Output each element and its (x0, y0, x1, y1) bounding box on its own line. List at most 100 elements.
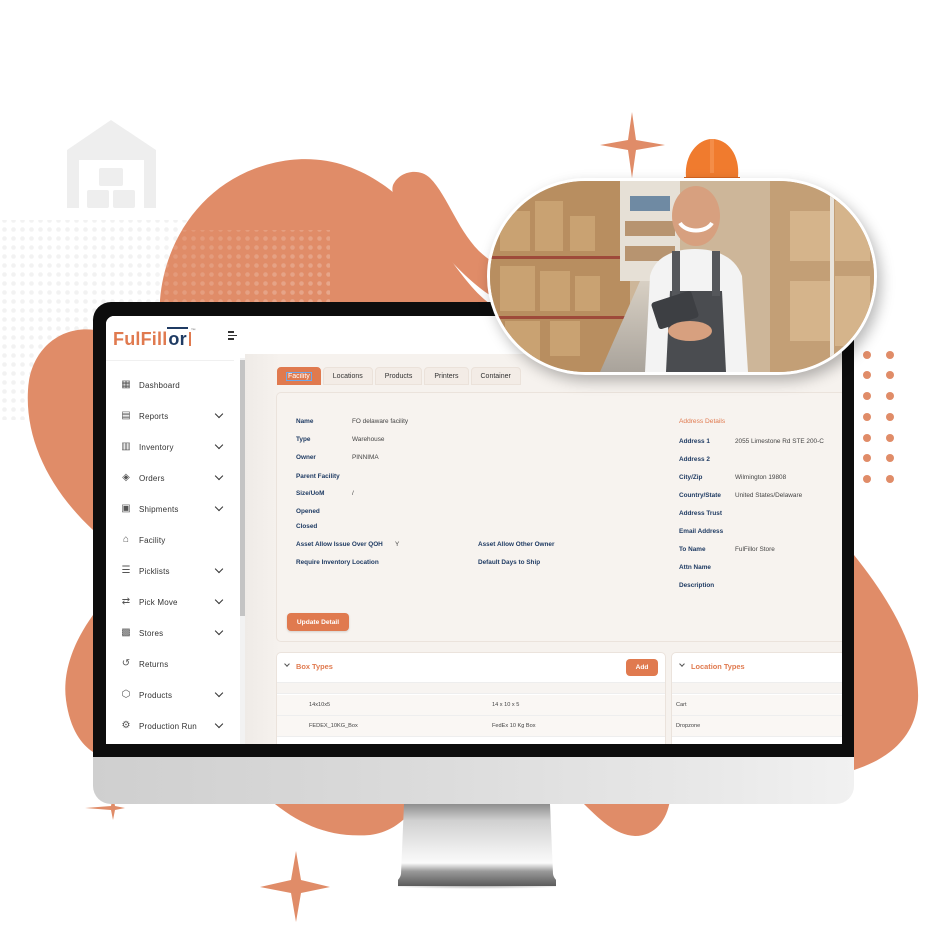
field-label: Size/UoM (296, 490, 325, 497)
sidebar-item-returns[interactable]: ↺ Returns (106, 652, 234, 676)
chevron-down-icon[interactable] (214, 626, 224, 636)
field-label: Type (296, 436, 311, 443)
orders-icon: ◈ (122, 472, 130, 483)
logo-bar (188, 332, 191, 346)
chevron-down-icon[interactable] (679, 661, 685, 667)
sidebar-item-label: Returns (139, 659, 169, 669)
chevron-down-icon[interactable] (214, 409, 224, 419)
sidebar-item-label: Orders (139, 473, 165, 483)
field-label: Attn Name (679, 564, 711, 571)
address-details-title: Address Details (679, 418, 726, 425)
sidebar-item-label: Stores (139, 628, 164, 638)
sparkle-icon (260, 851, 330, 922)
menu-collapse-icon[interactable] (228, 331, 238, 341)
photo-illustration (490, 181, 874, 372)
sidebar-item-label: Products (139, 690, 173, 700)
sidebar-item-picklists[interactable]: ☰ Picklists (106, 559, 234, 583)
tab-locations[interactable]: Locations (322, 367, 373, 385)
table-header (672, 683, 842, 694)
box-types-panel: Box Types Add 14x10x5 14 x 10 x 5 FEDEX_… (276, 652, 666, 744)
field-label: Name (296, 418, 314, 425)
production-run-icon: ⚙ (121, 720, 131, 731)
hard-hat-icon (684, 139, 740, 181)
field-value: FulFillor Store (735, 546, 775, 553)
field-value: United States/Delaware (735, 492, 803, 499)
sparkle-icon (600, 112, 665, 178)
chevron-down-icon[interactable] (214, 502, 224, 512)
field-label: Description (679, 582, 715, 589)
tab-label: Facility (286, 371, 312, 381)
add-box-type-button[interactable]: Add (626, 659, 658, 676)
field-label: Opened (296, 508, 320, 515)
dot-grid (863, 351, 894, 483)
tab-container[interactable]: Container (470, 367, 521, 385)
sidebar-item-products[interactable]: ⬡ Products (106, 683, 234, 707)
chevron-down-icon[interactable] (214, 564, 224, 574)
field-value: PINNIMA (352, 454, 379, 461)
table-row[interactable]: Cart (672, 695, 842, 716)
tab-products[interactable]: Products (374, 367, 423, 385)
panel-title: Box Types (296, 662, 333, 671)
orange-blob-right (854, 555, 919, 770)
field-label: Asset Allow Issue Over QOH (296, 541, 383, 548)
chevron-down-icon[interactable] (214, 719, 224, 729)
tab-facility[interactable]: Facility (277, 367, 321, 385)
sidebar-item-inventory[interactable]: ▥ Inventory (106, 435, 234, 459)
field-value: Y (395, 541, 400, 548)
sidebar-item-stores[interactable]: ▩ Stores (106, 621, 234, 645)
sidebar-item-label: Reports (139, 411, 169, 421)
sidebar-item-production-run[interactable]: ⚙ Production Run (106, 714, 234, 738)
warehouse-worker-photo (487, 178, 877, 375)
sidebar-item-label: Shipments (139, 504, 179, 514)
monitor-stand (398, 804, 556, 889)
stores-icon: ▩ (121, 627, 131, 638)
sidebar-item-facility[interactable]: ⌂ Facility (106, 528, 234, 552)
sidebar-item-pick-move[interactable]: ⇄ Pick Move (106, 590, 234, 614)
table-row[interactable]: FEDEX_10KG_Box FedEx 10 Kg Box (277, 716, 665, 737)
facility-icon: ⌂ (122, 534, 130, 545)
sidebar-item-dashboard[interactable]: ▦ Dashboard (106, 373, 234, 397)
facility-tabs: Facility Locations Products Printers Con… (277, 367, 523, 385)
returns-icon: ↺ (121, 658, 131, 669)
cell-box-id: 14x10x5 (309, 702, 331, 708)
table-row[interactable]: Dropzone (672, 716, 842, 737)
field-label: Address 1 (679, 438, 710, 445)
inventory-icon: ▥ (121, 441, 131, 452)
chevron-down-icon[interactable] (214, 440, 224, 450)
chevron-down-icon[interactable] (214, 688, 224, 698)
tab-label: Locations (332, 372, 363, 380)
sidebar-item-reports[interactable]: ▤ Reports (106, 404, 234, 428)
cell-box-id: FEDEX_10KG_Box (309, 723, 358, 729)
orange-blob-left (27, 329, 95, 530)
field-value: / (352, 490, 354, 497)
table-row[interactable]: 14x10x5 14 x 10 x 5 (277, 695, 665, 716)
field-label: Email Address (679, 528, 724, 535)
pick-move-icon: ⇄ (121, 596, 131, 607)
chevron-down-icon[interactable] (214, 471, 224, 481)
update-detail-button[interactable]: Update Detail (287, 613, 349, 631)
cell-location-type: Dropzone (676, 723, 701, 729)
sidebar-item-shipments[interactable]: ▣ Shipments (106, 497, 234, 521)
field-label: Closed (296, 523, 318, 530)
tab-label: Container (480, 372, 511, 380)
sidebar-item-orders[interactable]: ◈ Orders (106, 466, 234, 490)
main-content: Facility Locations Products Printers Con… (245, 354, 842, 744)
products-icon: ⬡ (121, 689, 131, 700)
app-screen: FulFillor ™ ▦ Dashboard ▤ Reports ▥ Inven… (106, 316, 842, 744)
field-label: Owner (296, 454, 316, 461)
field-label: To Name (679, 546, 706, 553)
sidebar-item-label: Inventory (139, 442, 174, 452)
chevron-down-icon[interactable] (284, 661, 290, 667)
field-value: Warehouse (352, 436, 385, 443)
field-value: FO delaware facility (352, 418, 409, 425)
field-label: Address Trust (679, 510, 722, 517)
sidebar-item-label: Picklists (139, 566, 170, 576)
field-label: Require Inventory Location (296, 559, 379, 566)
brand-logo[interactable]: FulFillor ™ (113, 327, 196, 350)
chevron-down-icon[interactable] (214, 595, 224, 605)
field-label: Address 2 (679, 456, 710, 463)
field-value: Wilmington 19808 (735, 474, 787, 481)
picklists-icon: ☰ (121, 565, 131, 576)
tab-printers[interactable]: Printers (424, 367, 469, 385)
panel-header: Location Types (672, 653, 842, 683)
